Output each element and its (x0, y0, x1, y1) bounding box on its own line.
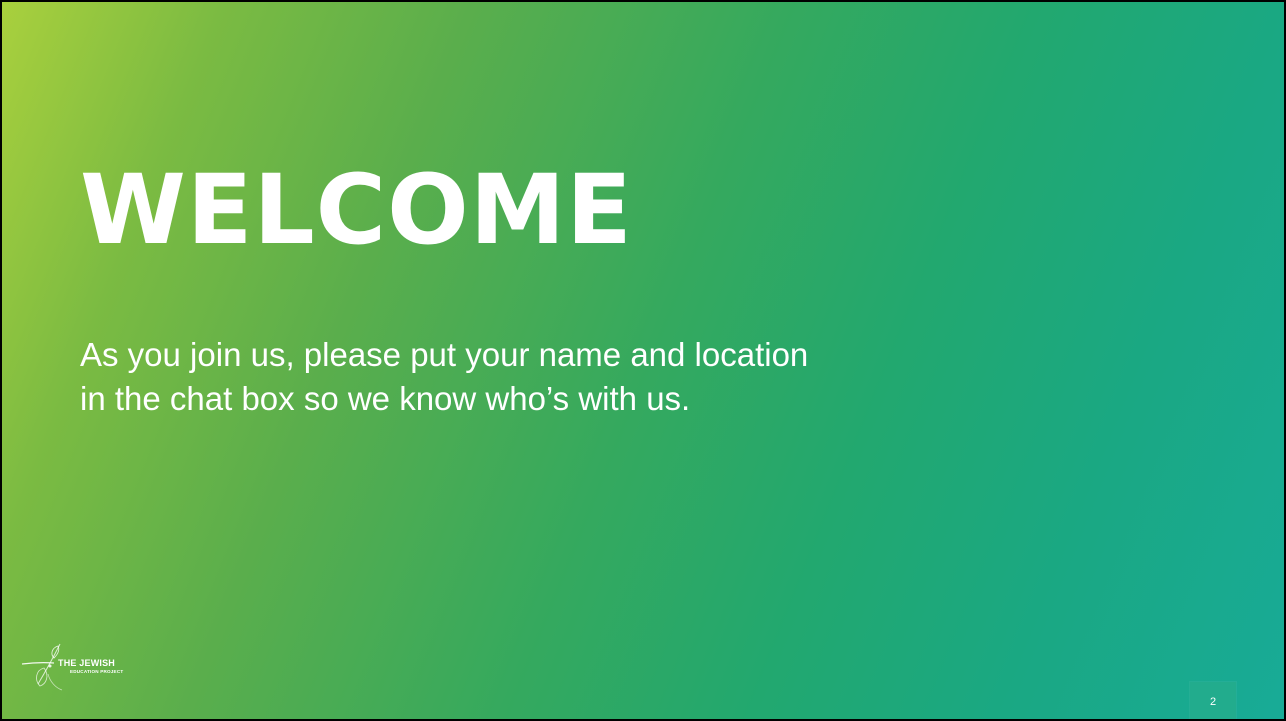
logo-wordmark-line1: THE JEWISH (58, 658, 116, 668)
presentation-slide: WELCOME As you join us, please put your … (2, 2, 1284, 721)
slide-number: 2 (1209, 696, 1217, 708)
slide-number-box: 2 (1190, 682, 1236, 721)
slide-title: WELCOME (80, 154, 633, 266)
slide-body-text: As you join us, please put your name and… (80, 336, 809, 417)
organization-logo: THE JEWISH EDUCATION PROJECT (20, 640, 200, 702)
logo-wordmark-line2: EDUCATION PROJECT (70, 669, 124, 674)
